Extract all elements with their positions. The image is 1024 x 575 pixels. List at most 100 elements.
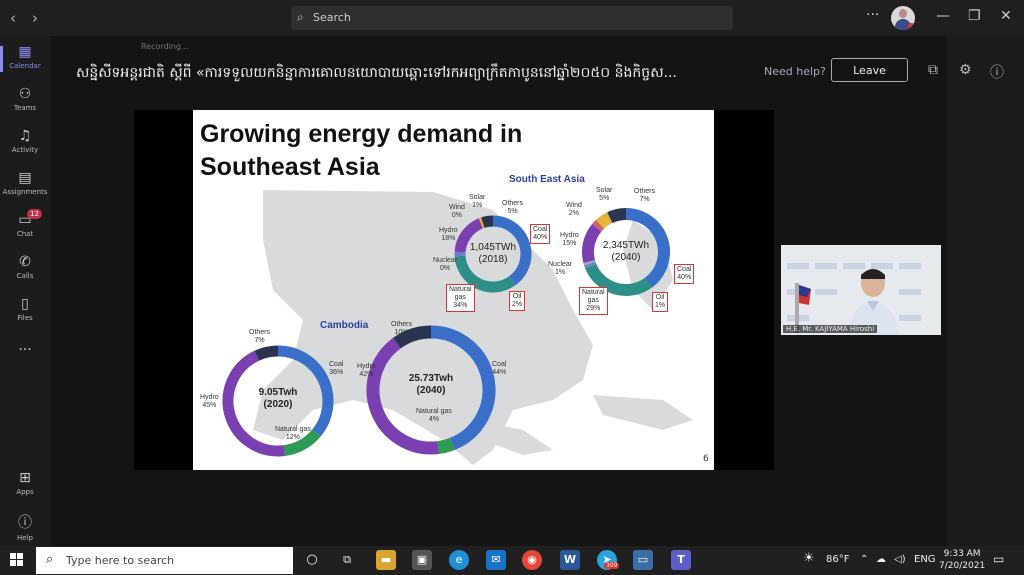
search-icon: ⌕ <box>297 10 304 24</box>
volume-icon[interactable]: ◁) <box>894 554 906 565</box>
screen-icon[interactable]: ▭ <box>633 550 653 570</box>
rail-item-help[interactable]: ⓘ Help <box>0 512 50 542</box>
back-arrow-icon[interactable]: ‹ <box>10 9 16 27</box>
page-number: 6 <box>703 454 709 464</box>
edge-icon[interactable]: e <box>449 550 469 570</box>
rail-label: Activity <box>11 146 39 154</box>
rail-item-activity[interactable]: ♫ Activity <box>0 128 50 154</box>
label-gas: Natural gas 4% <box>416 408 452 424</box>
donut-slice-nuclear <box>583 259 596 266</box>
label-value: 5% <box>599 195 610 202</box>
label-value: 34% <box>453 302 468 309</box>
label-name: Natural gas <box>275 426 311 433</box>
donut-slice-natural-gas <box>437 437 455 454</box>
status-dot <box>908 23 915 30</box>
mail-icon[interactable]: ✉ <box>486 550 506 570</box>
center-year: (2040) <box>611 252 641 263</box>
search-icon: ⌕ <box>46 552 54 567</box>
label-value: 1% <box>655 302 666 309</box>
label-name: Wind <box>566 202 582 209</box>
donut-slice-oil <box>584 261 597 269</box>
donut-slice-others <box>254 345 279 361</box>
profile-avatar[interactable] <box>891 6 915 30</box>
chat-badge: 12 <box>27 209 42 219</box>
label-value: 44% <box>492 369 507 376</box>
cam2020-center: 9.05Twh (2020) <box>243 387 313 411</box>
word-icon[interactable]: W <box>560 550 580 570</box>
participant-video[interactable] <box>781 245 941 335</box>
windows-start-icon[interactable] <box>10 553 24 567</box>
bell-icon: ♫ <box>18 128 32 144</box>
label-name: Coal <box>677 266 692 273</box>
minimize-icon[interactable]: — <box>936 8 950 24</box>
assignment-icon: ▤ <box>18 170 32 186</box>
cortana-icon[interactable]: ○ <box>302 550 322 570</box>
label-others: Others 10% <box>391 321 412 337</box>
label-name: Others <box>391 321 413 328</box>
more-options-icon[interactable]: ··· <box>866 7 879 23</box>
gear-icon[interactable]: ⚙ <box>959 62 972 78</box>
center-year: (2020) <box>263 399 293 410</box>
center-year: (2040) <box>416 385 446 396</box>
close-icon[interactable]: ✕ <box>1000 8 1012 24</box>
label-name: Hydro <box>357 363 376 370</box>
tray-chevron-icon[interactable]: ⌃ <box>860 554 868 565</box>
label-hydro: Hydro 15% <box>560 232 579 248</box>
label-coal: Coal 40% <box>530 224 551 244</box>
forward-arrow-icon[interactable]: › <box>32 9 38 27</box>
label-oil: Oil 1% <box>652 292 669 312</box>
network-icon[interactable]: ☁ <box>876 554 886 565</box>
label-gas: Natural gas 34% <box>446 284 475 312</box>
rail-item-calls[interactable]: ✆ Calls <box>0 254 50 280</box>
weather-temp[interactable]: 86°F <box>826 554 849 565</box>
rail-label: Files <box>17 314 33 322</box>
rail-item-chat[interactable]: ▭ Chat 12 <box>0 209 50 238</box>
info-icon[interactable]: ⓘ <box>990 62 1004 82</box>
rail-item-files[interactable]: ▯ Files <box>0 296 50 322</box>
rail-item-teams[interactable]: ⚇ Teams <box>0 86 50 112</box>
label-name: Natural <box>582 289 605 296</box>
chrome-icon[interactable]: ◉ <box>522 550 542 570</box>
label-value: 7% <box>639 196 650 203</box>
label-value: 15% <box>562 240 577 247</box>
label-value: 0% <box>451 212 463 219</box>
center-year: (2018) <box>478 254 508 265</box>
file-explorer-icon[interactable]: ▬ <box>376 550 396 570</box>
cam2040-center: 25.73Twh (2040) <box>396 373 466 397</box>
label-others: Others 5% <box>502 200 523 216</box>
need-help-link[interactable]: Need help? <box>764 65 826 78</box>
captions-icon[interactable]: ⧉ <box>928 62 938 78</box>
weather-icon[interactable]: ☀ <box>803 551 815 566</box>
label-name: Natural gas <box>416 408 452 415</box>
label-wind: Wind 2% <box>566 202 582 218</box>
rail-item-assignments[interactable]: ▤ Assignments <box>0 170 50 196</box>
search-box[interactable]: ⌕ Search <box>291 6 733 30</box>
label-nuclear: Nuclear 0% <box>433 257 457 273</box>
label-value: 36% <box>329 369 344 376</box>
donut-slice-wind <box>592 219 605 232</box>
leave-button[interactable]: Leave <box>831 58 908 82</box>
participant-feed <box>781 245 941 335</box>
rail-item-apps[interactable]: ⊞ Apps <box>0 470 50 496</box>
notification-icon[interactable]: ▭ <box>993 552 1004 566</box>
more-apps-icon[interactable]: ··· <box>0 342 50 360</box>
maximize-icon[interactable]: ❐ <box>968 8 981 24</box>
center-value: 25.73Twh <box>408 373 454 384</box>
rail-label: Assignments <box>2 188 48 196</box>
rail-item-calendar[interactable]: ▦ Calendar <box>0 44 50 72</box>
label-name: Solar <box>469 194 486 201</box>
label-name: Wind <box>449 204 465 211</box>
recording-indicator: Recording... <box>141 42 189 51</box>
label-value: 10% <box>394 329 409 336</box>
label-name: Coal <box>533 226 548 233</box>
language-indicator[interactable]: ENG <box>914 554 936 565</box>
label-others: Others 7% <box>249 329 270 345</box>
rail-label: Apps <box>16 488 34 496</box>
store-icon[interactable]: ▣ <box>412 550 432 570</box>
donut-slice-others <box>481 215 494 228</box>
task-view-icon[interactable]: ⧉ <box>337 550 357 570</box>
clock[interactable]: 9:33 AM 7/20/2021 <box>939 548 985 572</box>
teams-taskbar-icon[interactable]: T <box>671 550 691 570</box>
label-value: 45% <box>202 402 217 409</box>
taskbar-search[interactable]: ⌕ Type here to search <box>36 547 293 574</box>
